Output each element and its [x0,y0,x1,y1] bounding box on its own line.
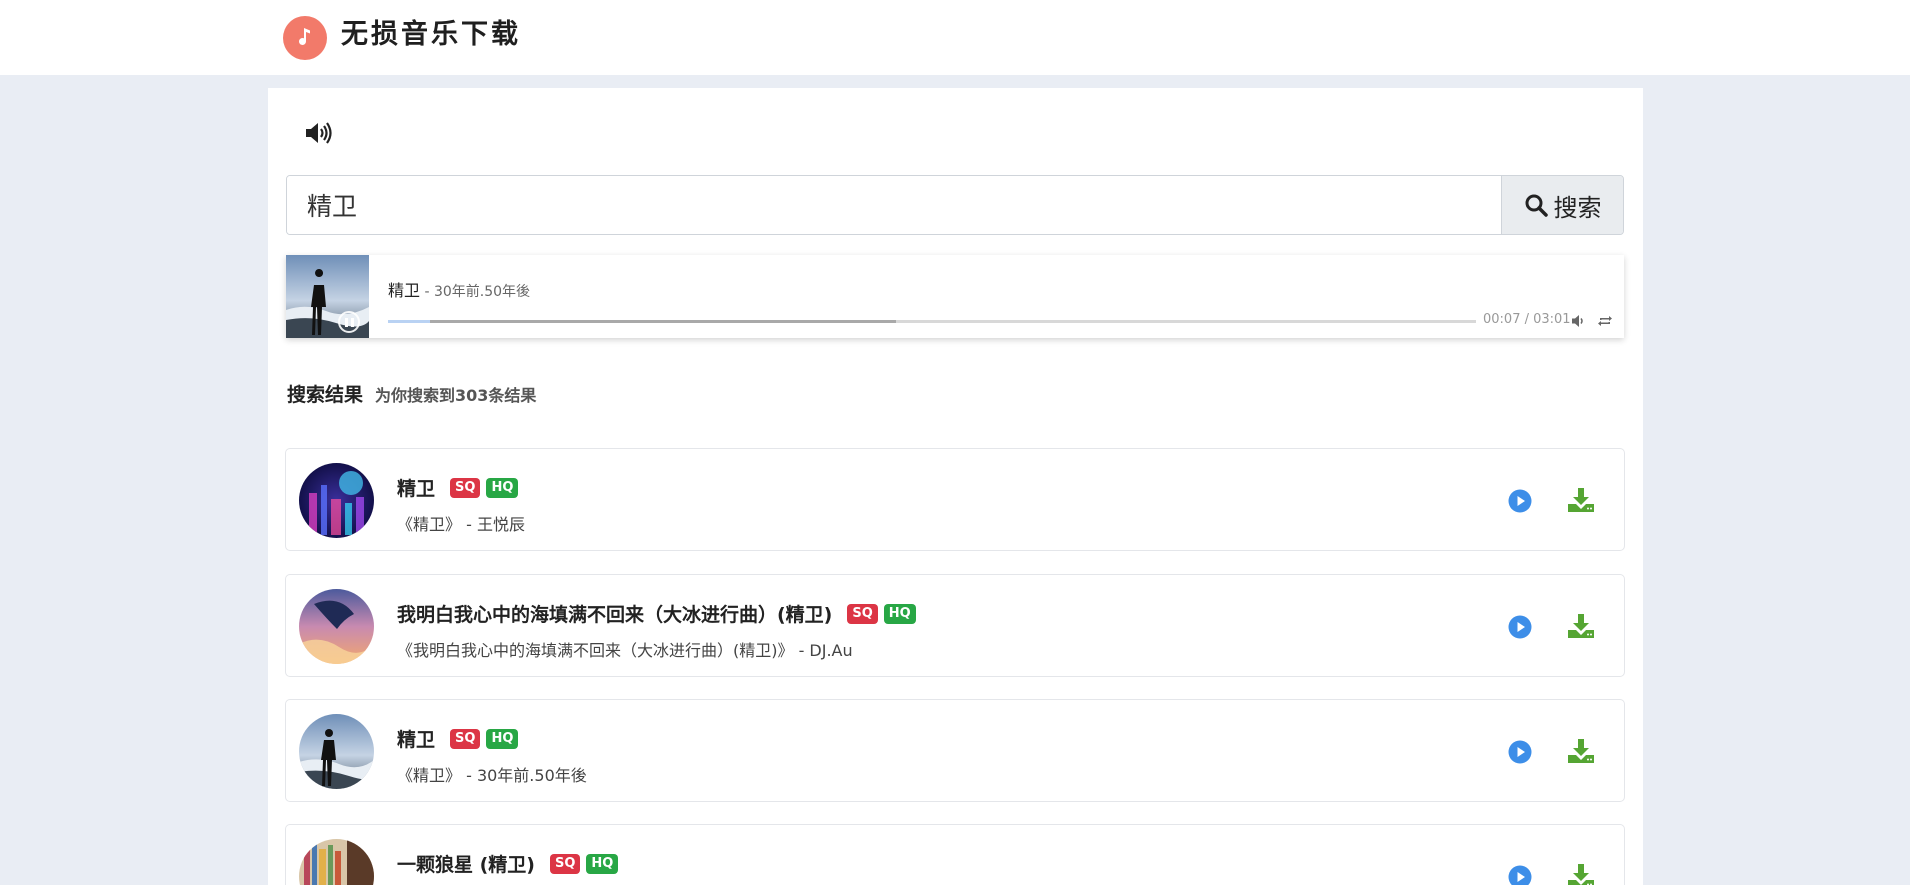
song-cover [299,589,374,664]
results-title: 搜索结果 [287,384,364,406]
song-card[interactable]: 精卫 SQ HQ 《精卫》 - 王悦辰 [285,448,1625,551]
results-count: 为你搜索到303条结果 [375,386,537,405]
search-input[interactable] [287,176,1501,234]
song-cover [299,463,374,538]
search-bar: 搜索 [286,175,1624,235]
progress-bar[interactable] [388,320,1476,323]
player-artist: - 30年前.50年後 [420,284,531,300]
song-card[interactable]: 精卫 SQ HQ 《精卫》 - 30年前.50年後 [285,699,1625,802]
top-bar: 无损音乐下载 [0,0,1910,75]
loop-icon[interactable] [1597,313,1613,329]
play-icon[interactable] [1508,865,1532,885]
player-track: 精卫 - 30年前.50年後 [388,277,530,301]
search-icon [1525,194,1548,217]
hq-badge: HQ [486,728,519,749]
progress-buffered [388,320,897,323]
download-icon[interactable] [1567,738,1595,764]
download-icon[interactable] [1567,487,1595,513]
site-title[interactable]: 无损音乐下载 [341,16,521,54]
sq-badge: SQ [847,603,878,624]
hq-badge: HQ [883,603,916,624]
search-button-label: 搜索 [1553,193,1602,222]
song-card[interactable]: 一颗狼星 (精卫) SQ HQ [285,824,1625,885]
player-time: 00:07 / 03:01 [1483,312,1571,327]
search-button[interactable]: 搜索 [1501,176,1623,234]
sq-badge: SQ [450,477,481,498]
song-title-row: 我明白我心中的海填满不回来（大冰进行曲）(精卫) SQ HQ [397,600,916,627]
play-icon[interactable] [1508,489,1532,513]
player-cover [286,255,369,338]
download-icon[interactable] [1567,863,1595,885]
song-title-row: 精卫 SQ HQ [397,725,519,752]
download-icon[interactable] [1567,613,1595,639]
hq-badge: HQ [486,477,519,498]
mute-icon[interactable] [1571,313,1587,329]
song-title: 精卫 [397,729,436,751]
song-subtitle: 《我明白我心中的海填满不回来（大冰进行曲）(精卫)》 - DJ.Au [397,641,853,660]
song-title: 精卫 [397,478,436,500]
play-icon[interactable] [1508,740,1532,764]
song-subtitle: 《精卫》 - 王悦辰 [397,515,525,534]
pause-button[interactable] [338,311,360,333]
song-title: 一颗狼星 (精卫) [397,854,535,876]
progress-played [388,320,431,323]
hq-badge: HQ [586,853,619,874]
play-icon[interactable] [1508,615,1532,639]
player-title: 精卫 [388,281,421,300]
song-title: 我明白我心中的海填满不回来（大冰进行曲）(精卫) [397,604,833,626]
song-card[interactable]: 我明白我心中的海填满不回来（大冰进行曲）(精卫) SQ HQ 《我明白我心中的海… [285,574,1625,677]
sq-badge: SQ [549,853,581,874]
song-cover [299,839,374,885]
song-cover [299,714,374,789]
song-subtitle: 《精卫》 - 30年前.50年後 [397,766,587,785]
song-title-row: 一颗狼星 (精卫) SQ HQ [397,850,619,877]
music-note-icon[interactable] [283,16,327,60]
volume-icon[interactable] [303,119,333,147]
audio-player: 精卫 - 30年前.50年後 00:07 / 03:01 [286,255,1624,338]
results-header: 搜索结果 为你搜索到303条结果 [287,380,536,407]
sq-badge: SQ [450,728,481,749]
song-title-row: 精卫 SQ HQ [397,474,519,501]
